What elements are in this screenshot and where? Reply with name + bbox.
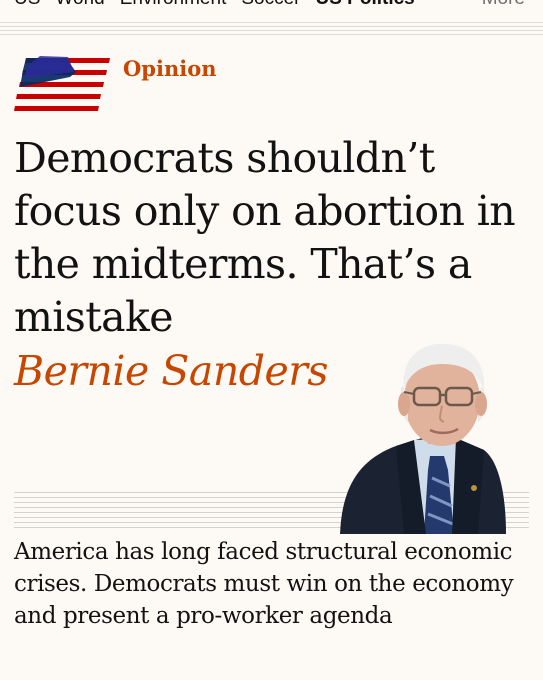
- nav-item-us-politics[interactable]: US Politics: [316, 0, 415, 10]
- nav-item-soccer[interactable]: Soccer: [241, 0, 300, 10]
- author-portrait: [340, 343, 506, 534]
- us-flag-icon: [14, 56, 110, 111]
- top-navigation: US World Environment Soccer US Politics …: [0, 0, 543, 14]
- article-standfirst: America has long faced structural econom…: [14, 539, 514, 629]
- section-kicker-row: Opinion: [14, 56, 534, 116]
- nav-item-environment[interactable]: Environment: [120, 0, 227, 10]
- section-kicker[interactable]: Opinion: [123, 56, 216, 81]
- nav-items: US World Environment Soccer US Politics: [14, 0, 430, 10]
- nav-more-link[interactable]: More: [482, 0, 525, 10]
- nav-item-us[interactable]: US: [14, 0, 40, 10]
- article-headline: Democrats shouldn’t focus only on aborti…: [14, 134, 516, 341]
- article-byline[interactable]: Bernie Sanders: [14, 346, 328, 396]
- nav-item-world[interactable]: World: [55, 0, 104, 10]
- nav-divider: [0, 22, 543, 38]
